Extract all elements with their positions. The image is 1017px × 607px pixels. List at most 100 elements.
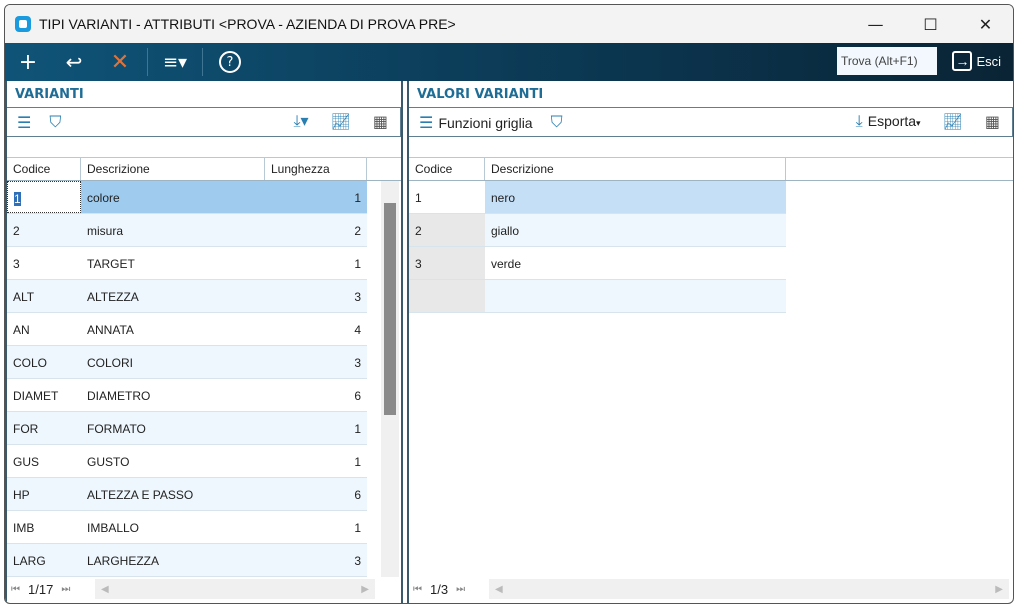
column-header-codice[interactable]: Codice bbox=[7, 158, 81, 180]
cell-codice[interactable]: COLO bbox=[7, 346, 81, 378]
grid-icon[interactable]: ▦ bbox=[985, 112, 1000, 131]
exit-icon: → bbox=[952, 51, 973, 71]
cell-codice[interactable]: LARG bbox=[7, 544, 81, 576]
cell-codice[interactable]: IMB bbox=[7, 511, 81, 543]
cell-descrizione[interactable]: IMBALLO bbox=[81, 511, 265, 543]
panel-title: VALORI VARIANTI bbox=[417, 87, 544, 102]
cell-descrizione[interactable]: verde bbox=[485, 247, 786, 279]
filter-icon[interactable]: ⛉ bbox=[49, 112, 61, 132]
cell-descrizione[interactable]: giallo bbox=[485, 214, 786, 246]
column-header-descrizione[interactable]: Descrizione bbox=[485, 158, 786, 180]
cell-lunghezza[interactable]: 1 bbox=[265, 445, 367, 477]
table-row[interactable]: 3 TARGET 1 bbox=[7, 247, 367, 280]
cell-descrizione[interactable] bbox=[485, 280, 786, 312]
cell-codice[interactable]: HP bbox=[7, 478, 81, 510]
cell-lunghezza[interactable]: 1 bbox=[265, 412, 367, 444]
cell-codice[interactable]: 3 bbox=[7, 247, 81, 279]
table-row[interactable]: GUS GUSTO 1 bbox=[7, 445, 367, 478]
cell-descrizione[interactable]: ALTEZZA bbox=[81, 280, 265, 312]
cell-lunghezza[interactable]: 2 bbox=[265, 214, 367, 246]
table-row[interactable]: ALT ALTEZZA 3 bbox=[7, 280, 367, 313]
grid-functions-button[interactable]: ☰ Funzioni griglia bbox=[419, 113, 533, 132]
cell-descrizione[interactable]: colore bbox=[81, 181, 265, 213]
cell-descrizione[interactable]: COLORI bbox=[81, 346, 265, 378]
cell-lunghezza[interactable]: 3 bbox=[265, 544, 367, 576]
table-row[interactable] bbox=[409, 280, 786, 313]
menu-icon[interactable]: ≡▾ bbox=[152, 43, 198, 81]
cell-descrizione[interactable]: TARGET bbox=[81, 247, 265, 279]
cell-lunghezza[interactable]: 1 bbox=[265, 181, 367, 213]
exit-button[interactable]: → Esci bbox=[952, 47, 1001, 75]
cell-lunghezza[interactable]: 6 bbox=[265, 478, 367, 510]
last-page-icon[interactable]: ⏭ bbox=[61, 584, 70, 595]
divider bbox=[202, 48, 203, 76]
chart-icon[interactable]: 📈︎ bbox=[331, 112, 351, 131]
horizontal-scrollbar[interactable]: ◀ ▶ bbox=[95, 579, 375, 599]
cell-codice[interactable]: AN bbox=[7, 313, 81, 345]
cell-codice[interactable]: 3 bbox=[409, 247, 485, 279]
scrollbar-thumb[interactable] bbox=[384, 203, 396, 415]
table-row[interactable]: HP ALTEZZA E PASSO 6 bbox=[7, 478, 367, 511]
cell-lunghezza[interactable]: 4 bbox=[265, 313, 367, 345]
cell-codice[interactable]: DIAMET bbox=[7, 379, 81, 411]
cell-lunghezza[interactable]: 3 bbox=[265, 346, 367, 378]
column-header-lunghezza[interactable]: Lunghezza bbox=[265, 158, 367, 180]
minimize-button[interactable]: — bbox=[848, 5, 903, 43]
cell-codice[interactable]: 2 bbox=[409, 214, 485, 246]
horizontal-scrollbar[interactable]: ◀ ▶ bbox=[489, 579, 1009, 599]
cell-codice[interactable] bbox=[409, 280, 485, 312]
close-button[interactable]: ✕ bbox=[958, 5, 1013, 43]
help-icon[interactable]: ? bbox=[207, 43, 253, 81]
table-row[interactable]: IMB IMBALLO 1 bbox=[7, 511, 367, 544]
filter-icon[interactable]: ⛉ bbox=[551, 112, 563, 132]
table-row[interactable]: 1 colore 1 bbox=[7, 181, 367, 214]
title-bar: TIPI VARIANTI - ATTRIBUTI <PROVA - AZIEN… bbox=[5, 5, 1013, 43]
export-icon[interactable]: ⤓▾ bbox=[293, 111, 308, 131]
maximize-button[interactable]: ☐ bbox=[903, 5, 958, 43]
table-row[interactable]: COLO COLORI 3 bbox=[7, 346, 367, 379]
cell-codice[interactable]: 2 bbox=[7, 214, 81, 246]
cell-descrizione[interactable]: GUSTO bbox=[81, 445, 265, 477]
add-icon[interactable]: + bbox=[5, 43, 51, 81]
last-page-icon[interactable]: ⏭ bbox=[456, 584, 465, 595]
chart-icon[interactable]: 📈︎ bbox=[943, 112, 963, 131]
vertical-scrollbar[interactable] bbox=[381, 181, 399, 577]
cell-codice[interactable]: 1 bbox=[7, 181, 81, 213]
cell-descrizione[interactable]: DIAMETRO bbox=[81, 379, 265, 411]
table-row[interactable]: DIAMET DIAMETRO 6 bbox=[7, 379, 367, 412]
column-header-filler bbox=[367, 158, 401, 180]
undo-icon[interactable]: ↩ bbox=[51, 43, 97, 81]
cell-lunghezza[interactable]: 6 bbox=[265, 379, 367, 411]
table-row[interactable]: 2 giallo bbox=[409, 214, 786, 247]
export-button[interactable]: ⤓ Esporta▾ bbox=[856, 111, 921, 131]
first-page-icon[interactable]: ⏮ bbox=[413, 584, 422, 595]
find-input[interactable]: Trova (Alt+F1) bbox=[837, 47, 937, 75]
grid-functions-icon[interactable]: ☰ bbox=[17, 113, 31, 132]
table-row[interactable]: LARG LARGHEZZA 3 bbox=[7, 544, 367, 577]
cell-descrizione[interactable]: misura bbox=[81, 214, 265, 246]
first-page-icon[interactable]: ⏮ bbox=[11, 584, 20, 595]
table-row[interactable]: 2 misura 2 bbox=[7, 214, 367, 247]
cell-descrizione[interactable]: ANNATA bbox=[81, 313, 265, 345]
cell-codice[interactable]: GUS bbox=[7, 445, 81, 477]
pager: ⏮ 1/17 ⏭ bbox=[7, 579, 70, 599]
grid-icon[interactable]: ▦ bbox=[373, 112, 388, 131]
cell-descrizione[interactable]: ALTEZZA E PASSO bbox=[81, 478, 265, 510]
cell-lunghezza[interactable]: 3 bbox=[265, 280, 367, 312]
column-header-codice[interactable]: Codice bbox=[409, 158, 485, 180]
cell-codice[interactable]: ALT bbox=[7, 280, 81, 312]
table-row[interactable]: 3 verde bbox=[409, 247, 786, 280]
cell-codice[interactable]: FOR bbox=[7, 412, 81, 444]
cell-descrizione[interactable]: LARGHEZZA bbox=[81, 544, 265, 576]
cell-codice[interactable]: 1 bbox=[409, 181, 485, 213]
cell-lunghezza[interactable]: 1 bbox=[265, 511, 367, 543]
table-row[interactable]: AN ANNATA 4 bbox=[7, 313, 367, 346]
cell-lunghezza[interactable]: 1 bbox=[265, 247, 367, 279]
table-header: Codice Descrizione Lunghezza bbox=[7, 157, 401, 181]
cell-descrizione[interactable]: FORMATO bbox=[81, 412, 265, 444]
delete-icon[interactable]: ✕ bbox=[97, 43, 143, 81]
column-header-descrizione[interactable]: Descrizione bbox=[81, 158, 265, 180]
table-row[interactable]: 1 nero bbox=[409, 181, 786, 214]
table-row[interactable]: FOR FORMATO 1 bbox=[7, 412, 367, 445]
cell-descrizione[interactable]: nero bbox=[485, 181, 786, 213]
